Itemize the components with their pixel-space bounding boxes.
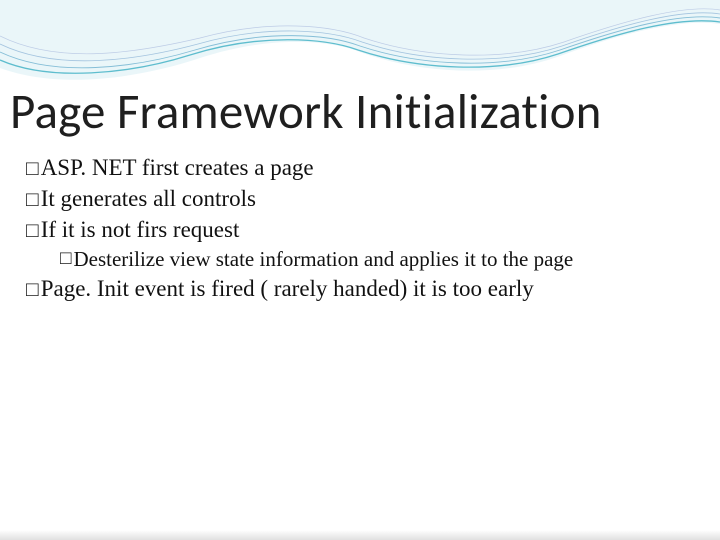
list-item: □ ASP. NET first creates a page <box>26 154 694 183</box>
bullet-text: ASP. NET first creates a page <box>41 154 314 183</box>
list-item: □ Page. Init event is fired ( rarely han… <box>26 275 694 304</box>
bullet-square-icon: □ <box>26 217 39 243</box>
content-area: □ ASP. NET first creates a page □ It gen… <box>26 154 694 305</box>
bullet-text: If it is not firs request <box>41 216 240 245</box>
page-title: Page Framework Initialization <box>10 82 602 142</box>
list-item: □ If it is not firs request <box>26 216 694 245</box>
bullet-square-icon: □ <box>60 247 71 271</box>
bullet-text: Desterilize view state information and a… <box>73 246 573 272</box>
slide: Page Framework Initialization □ ASP. NET… <box>0 0 720 540</box>
bullet-text: Page. Init event is fired ( rarely hande… <box>41 275 534 304</box>
bullet-square-icon: □ <box>26 155 39 181</box>
bottom-shadow <box>0 530 720 540</box>
list-item: □ It generates all controls <box>26 185 694 214</box>
wave-decoration-icon <box>0 0 720 88</box>
bullet-square-icon: □ <box>26 276 39 302</box>
bullet-text: It generates all controls <box>41 185 256 214</box>
list-item: □ Desterilize view state information and… <box>60 246 694 272</box>
bullet-square-icon: □ <box>26 186 39 212</box>
